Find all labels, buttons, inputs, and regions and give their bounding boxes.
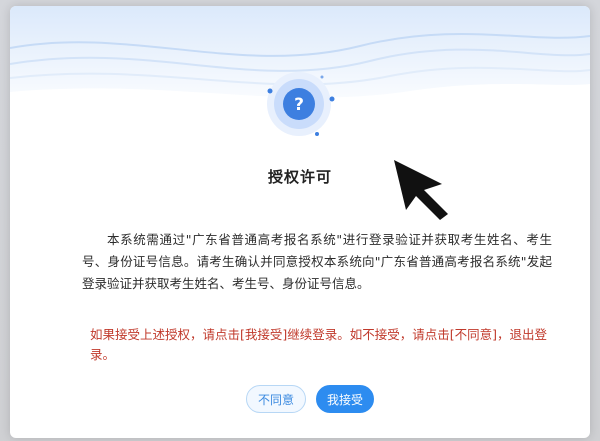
authorization-description: 本系统需通过"广东省普通高考报名系统"进行登录验证并获取考生姓名、考生号、身份证… bbox=[82, 232, 552, 291]
svg-text:?: ? bbox=[294, 95, 304, 115]
screen: ? 授权许可 本系统需通过"广东省普通高考报名系统"进行登录验证并获取考生姓名、… bbox=[0, 0, 600, 441]
dialog-title: 授权许可 bbox=[267, 168, 332, 186]
authorization-notice: 如果接受上述授权，请点击[我接受]继续登录。如不接受，请点击[不同意]，退出登录… bbox=[90, 327, 548, 362]
decline-button[interactable]: 不同意 bbox=[246, 385, 306, 413]
authorization-dialog: ? 授权许可 本系统需通过"广东省普通高考报名系统"进行登录验证并获取考生姓名、… bbox=[10, 6, 590, 438]
mouse-cursor-icon bbox=[394, 160, 448, 220]
question-icon: ? bbox=[267, 72, 335, 136]
accept-button[interactable]: 我接受 bbox=[316, 385, 374, 413]
